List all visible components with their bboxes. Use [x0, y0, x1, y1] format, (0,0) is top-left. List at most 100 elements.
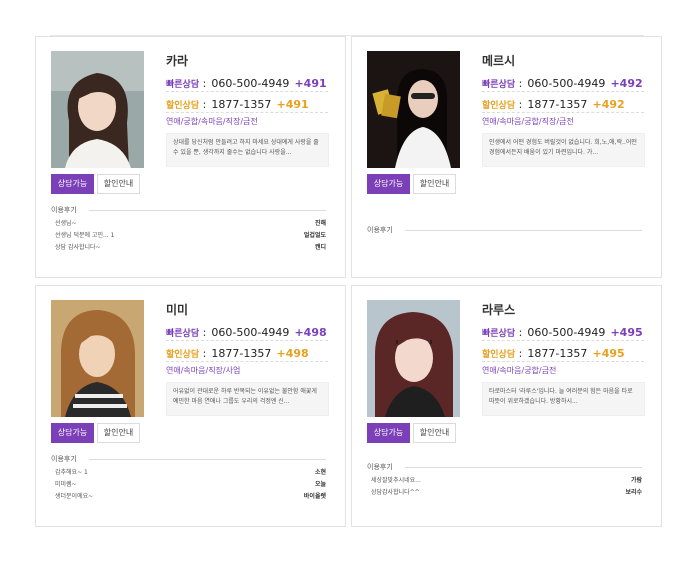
- counselor-card: 카라 빠른상담 : 060-500-4949 +491 할인상담 : 1877-…: [35, 36, 346, 278]
- fast-consult-row: 빠른상담 : 060-500-4949 +492: [482, 72, 644, 92]
- counselor-photo[interactable]: [367, 51, 460, 168]
- review-item[interactable]: 선생님~ 진해: [51, 218, 326, 230]
- counselor-description: 타로마스터 '라루스'입니다. 늘 여러분의 험든 마음을 타로 따뜻이 위로하…: [482, 382, 645, 416]
- discount-info-button[interactable]: 할인안내: [413, 174, 456, 194]
- counselor-name[interactable]: 미미: [166, 301, 188, 318]
- colon: :: [199, 326, 207, 339]
- discount-consult-row: 할인상담 : 1877-1357 +498: [166, 342, 328, 362]
- reviews-header: 이용후기: [367, 225, 642, 235]
- counselor-photo[interactable]: [51, 300, 144, 417]
- discount-consult-row: 할인상담 : 1877-1357 +492: [482, 93, 644, 113]
- colon: :: [199, 98, 207, 111]
- discount-phone: 1877-1357: [527, 98, 588, 111]
- fast-consult-label: 빠른상담: [166, 329, 200, 339]
- consult-available-button[interactable]: 상담가능: [51, 423, 94, 443]
- review-author: 얼겁얼도: [303, 232, 326, 239]
- divider: [89, 210, 326, 211]
- reviews-title: 이용후기: [51, 206, 77, 214]
- counselor-photo[interactable]: [51, 51, 144, 168]
- review-text: 상담 감사합니다~: [55, 244, 101, 251]
- reviews-header: 이용후기: [51, 205, 326, 215]
- review-list: 감추해요~ 1 소현 미미쌤~ 오늘 생더분이에요~ 바이올렛: [51, 467, 326, 503]
- fast-consult-row: 빠른상담 : 060-500-4949 +498: [166, 321, 328, 341]
- discount-consult-row: 할인상담 : 1877-1357 +495: [482, 342, 644, 362]
- reviews-header: 이용후기: [51, 454, 326, 464]
- discount-code: +495: [592, 347, 625, 360]
- review-item[interactable]: 세상잘맞추시네요... 가람: [367, 475, 642, 487]
- review-text: 선생님 덕분에 고민... 1: [55, 232, 115, 239]
- counselor-card: 메르시 빠른상담 : 060-500-4949 +492 할인상담 : 1877…: [351, 36, 662, 278]
- counselor-photo[interactable]: [367, 300, 460, 417]
- consult-available-button[interactable]: 상담가능: [367, 174, 410, 194]
- counselor-name[interactable]: 메르시: [482, 52, 515, 69]
- review-text: 상담감사합니다^^: [371, 489, 420, 496]
- discount-phone: 1877-1357: [211, 98, 272, 111]
- discount-info-button[interactable]: 할인안내: [97, 423, 140, 443]
- fast-code: +492: [610, 77, 643, 90]
- reviews-title: 이용후기: [51, 455, 77, 463]
- discount-phone: 1877-1357: [527, 347, 588, 360]
- reviews-title: 이용후기: [367, 463, 393, 471]
- colon: :: [515, 347, 523, 360]
- fast-consult-row: 빠른상담 : 060-500-4949 +495: [482, 321, 644, 341]
- divider: [405, 467, 642, 468]
- review-item[interactable]: 상담감사합니다^^ 보리수: [367, 487, 642, 499]
- counselor-description: 인생에서 어떤 경험도 버릴것이 없습니다. 희,노,애,락..어떤 경험에서든…: [482, 133, 645, 167]
- fast-phone: 060-500-4949: [211, 326, 290, 339]
- discount-phone: 1877-1357: [211, 347, 272, 360]
- discount-info-button[interactable]: 할인안내: [97, 174, 140, 194]
- counselor-tags: 연애/궁합/속마음/직장/금전: [166, 117, 258, 126]
- discount-consult-row: 할인상담 : 1877-1357 +491: [166, 93, 328, 113]
- counselor-description: 어유없이 관대로운 하루 반복되는 이유없는 불안함 애꿎게 예민한 마음 연애…: [166, 382, 329, 416]
- counselor-description: 상대를 당신처럼 만들려고 하지 마세요 상대에게 사랑을 줄 수 있을 뿐, …: [166, 133, 329, 167]
- review-author: 소현: [314, 469, 326, 476]
- fast-phone: 060-500-4949: [211, 77, 290, 90]
- discount-code: +492: [592, 98, 625, 111]
- review-item[interactable]: 감추해요~ 1 소현: [51, 467, 326, 479]
- review-author: 캔디: [314, 244, 326, 251]
- colon: :: [199, 347, 207, 360]
- colon: :: [515, 77, 523, 90]
- discount-consult-label: 할인상담: [166, 350, 200, 360]
- fast-code: +491: [294, 77, 327, 90]
- review-item[interactable]: 미미쌤~ 오늘: [51, 479, 326, 491]
- review-text: 생더분이에요~: [55, 493, 94, 500]
- divider: [89, 459, 326, 460]
- counselor-card: 라루스 빠른상담 : 060-500-4949 +495 할인상담 : 1877…: [351, 285, 662, 527]
- discount-code: +498: [276, 347, 309, 360]
- review-author: 오늘: [314, 481, 326, 488]
- consult-available-button[interactable]: 상담가능: [367, 423, 410, 443]
- review-item[interactable]: 상담 감사합니다~ 캔디: [51, 242, 326, 254]
- review-text: 미미쌤~: [55, 481, 77, 488]
- colon: :: [515, 98, 523, 111]
- review-author: 가람: [630, 477, 642, 484]
- fast-consult-label: 빠른상담: [166, 80, 200, 90]
- counselor-tags: 연애/속마음/궁합/금전: [482, 366, 557, 375]
- review-text: 세상잘맞추시네요...: [371, 477, 421, 484]
- review-item[interactable]: 생더분이에요~ 바이올렛: [51, 491, 326, 503]
- counselor-card: 미미 빠른상담 : 060-500-4949 +498 할인상담 : 1877-…: [35, 285, 346, 527]
- review-author: 진해: [314, 220, 326, 227]
- fast-phone: 060-500-4949: [527, 77, 606, 90]
- review-list: 세상잘맞추시네요... 가람 상담감사합니다^^ 보리수: [367, 475, 642, 499]
- review-item[interactable]: 선생님 덕분에 고민... 1 얼겁얼도: [51, 230, 326, 242]
- discount-info-button[interactable]: 할인안내: [413, 423, 456, 443]
- review-author: 바이올렛: [303, 493, 326, 500]
- discount-code: +491: [276, 98, 309, 111]
- counselor-tags: 연애/속마음/직장/사업: [166, 366, 241, 375]
- colon: :: [199, 77, 207, 90]
- counselor-tags: 연애/속마음/궁합/직장/금전: [482, 117, 574, 126]
- divider: [405, 230, 642, 231]
- review-text: 감추해요~ 1: [55, 469, 88, 476]
- counselor-name[interactable]: 카라: [166, 52, 188, 69]
- fast-consult-label: 빠른상담: [482, 80, 516, 90]
- review-text: 선생님~: [55, 220, 77, 227]
- consult-available-button[interactable]: 상담가능: [51, 174, 94, 194]
- discount-consult-label: 할인상담: [166, 101, 200, 111]
- counselor-name[interactable]: 라루스: [482, 301, 515, 318]
- fast-consult-row: 빠른상담 : 060-500-4949 +491: [166, 72, 328, 92]
- discount-consult-label: 할인상담: [482, 101, 516, 111]
- reviews-header: 이용후기: [367, 462, 642, 472]
- fast-phone: 060-500-4949: [527, 326, 606, 339]
- colon: :: [515, 326, 523, 339]
